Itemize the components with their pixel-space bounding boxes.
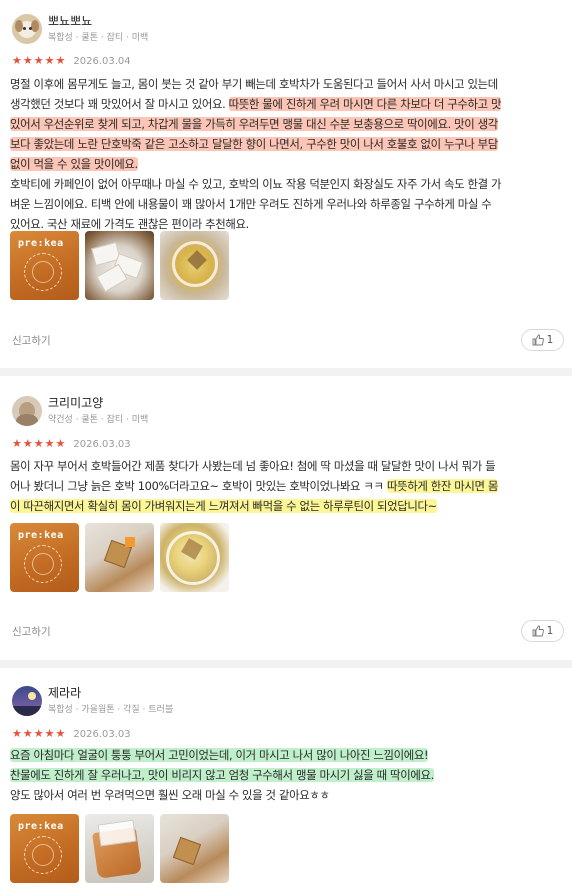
review-photo[interactable]: pre:kea <box>10 814 79 883</box>
star-icon: ★ <box>55 727 66 740</box>
rating-row: ★ ★ ★ ★ ★ 2026.03.03 <box>12 727 131 741</box>
user-info: 제라라 복합성 · 가을웜톤 · 각질 · 트러블 <box>48 686 173 716</box>
section-divider <box>0 368 572 376</box>
section-divider <box>0 660 572 668</box>
text-segment: 벼운 느낌이에요. 티백 안에 내용물이 꽤 많아서 1개만 우려도 진하게 우… <box>10 197 492 211</box>
highlighted-text: 이 따끈해지면서 확실히 몸이 가벼워지는게 느껴져서 빠먹을 수 없는 하루루… <box>10 499 437 513</box>
star-icon: ★ <box>33 437 44 450</box>
skin-tags: 약건성 · 쿨톤 · 잡티 · 미백 <box>48 415 149 425</box>
review-text-line: 몸이 자꾸 부어서 호박들어간 제품 찾다가 사봤는데 넘 좋아요! 첨에 딱 … <box>10 456 566 476</box>
star-icon: ★ <box>22 727 33 740</box>
report-link[interactable]: 신고하기 <box>12 333 51 348</box>
text-segment: 명절 이후에 몸무게도 늘고, 몸이 붓는 것 같아 부기 빼는데 호박차가 도… <box>10 77 498 91</box>
skin-tags: 복합성 · 쿨톤 · 잡티 · 미백 <box>48 33 149 43</box>
star-icon: ★ <box>33 727 44 740</box>
review-text-line: 명절 이후에 몸무게도 늘고, 몸이 붓는 것 같아 부기 빼는데 호박차가 도… <box>10 74 566 94</box>
text-segment: 생각했던 것보다 꽤 맛있어서 잘 마시고 있어요. <box>10 97 229 111</box>
username[interactable]: 뽀뇨뽀뇨 <box>48 14 148 29</box>
highlighted-text: 따뜻한 물에 진하게 우려 마시면 다른 차보다 더 구수하고 맛 <box>228 97 502 111</box>
highlighted-text: 없이 먹을 수 있을 맛이에요. <box>10 157 138 171</box>
review-photo[interactable]: pre:kea <box>10 231 79 300</box>
review-card: 크리미고양 약건성 · 쿨톤 · 잡티 · 미백 ★ ★ ★ ★ ★ 2026.… <box>0 376 572 660</box>
brand-logo: pre:kea <box>18 821 64 832</box>
review-text-line: 어나 봤더니 그냥 늙은 호박 100%더라고요~ 호박이 맛있는 호박이었나봐… <box>10 476 566 496</box>
highlighted-text: 보다 좋았는데 노란 단호박죽 같은 고소하고 달달한 향이 나면서, 구수한 … <box>10 137 498 151</box>
review-photo[interactable] <box>85 814 154 883</box>
review-text-line: 호박티에 카페인이 없어 아무때나 마실 수 있고, 호박의 이뇨 작용 덕분인… <box>10 174 566 194</box>
highlighted-text: 찬물에도 진하게 잘 우러나고, 맛이 비리지 않고 엄청 구수해서 맹물 마시… <box>10 768 434 782</box>
review-header <box>12 12 42 46</box>
review-photo[interactable]: pre:kea <box>10 523 79 592</box>
text-segment: 있어요. 국산 재료에 가격도 괜찮은 편이라 추천해요. <box>10 217 249 231</box>
text-segment: 어나 봤더니 그냥 늙은 호박 100%더라고요~ 호박이 맛있는 호박이었나봐… <box>10 479 387 493</box>
star-icon: ★ <box>12 54 22 67</box>
review-date: 2026.03.03 <box>73 438 131 450</box>
text-segment: 양도 많아서 여러 번 우려먹으면 훨씬 오래 마실 수 있을 것 같아요ㅎㅎ <box>10 788 330 802</box>
star-icon: ★ <box>22 437 33 450</box>
highlighted-text: 요즘 아침마다 얼굴이 퉁퉁 부어서 고민이었는데, 이거 마시고 나서 많이 … <box>10 748 429 762</box>
review-photo[interactable] <box>160 231 229 300</box>
night-sky-avatar-icon[interactable] <box>12 686 42 716</box>
brand-logo: pre:kea <box>18 530 64 541</box>
review-text-line: 없이 먹을 수 있을 맛이에요. <box>10 154 566 174</box>
star-icon: ★ <box>12 727 22 740</box>
review-text-line: 있어서 우선순위로 찾게 되고, 차갑게 물을 가득히 우려두면 맹물 대신 수… <box>10 114 566 134</box>
username[interactable]: 제라라 <box>48 686 173 701</box>
review-text-line: 벼운 느낌이에요. 티백 안에 내용물이 꽤 많아서 1개만 우려도 진하게 우… <box>10 194 566 214</box>
user-info: 크리미고양 약건성 · 쿨톤 · 잡티 · 미백 <box>48 396 148 426</box>
like-count: 1 <box>546 334 554 346</box>
photo-strip: pre:kea <box>10 814 229 883</box>
review-text-line: 찬물에도 진하게 잘 우러나고, 맛이 비리지 않고 엄청 구수해서 맹물 마시… <box>10 765 566 785</box>
review-card: 뽀뇨뽀뇨 복합성 · 쿨톤 · 잡티 · 미백 ★ ★ ★ ★ ★ 2026.0… <box>0 0 572 368</box>
text-segment: 몸이 자꾸 부어서 호박들어간 제품 찾다가 사봤는데 넘 좋아요! 첨에 딱 … <box>10 459 496 473</box>
review-text: 명절 이후에 몸무게도 늘고, 몸이 붓는 것 같아 부기 빼는데 호박차가 도… <box>10 74 566 234</box>
star-icon: ★ <box>55 54 66 67</box>
like-button[interactable]: 1 <box>521 329 564 351</box>
thumbs-up-icon <box>532 625 544 637</box>
review-text-line: 생각했던 것보다 꽤 맛있어서 잘 마시고 있어요. 따뜻한 물에 진하게 우려… <box>10 94 566 114</box>
skin-tags: 복합성 · 가을웜톤 · 각질 · 트러블 <box>48 705 174 715</box>
star-icon: ★ <box>12 437 22 450</box>
highlighted-text: 따뜻하게 한잔 마시면 몸 <box>386 479 499 493</box>
photo-strip: pre:kea <box>10 231 229 300</box>
star-icon: ★ <box>44 54 55 67</box>
review-text: 몸이 자꾸 부어서 호박들어간 제품 찾다가 사봤는데 넘 좋아요! 첨에 딱 … <box>10 456 566 516</box>
star-icon: ★ <box>44 727 55 740</box>
review-photo[interactable] <box>85 523 154 592</box>
brand-logo: pre:kea <box>18 238 64 249</box>
review-header <box>12 394 42 428</box>
review-card: 제라라 복합성 · 가을웜톤 · 각질 · 트러블 ★ ★ ★ ★ ★ 2026… <box>0 668 572 894</box>
puppy-avatar-icon[interactable] <box>12 14 42 44</box>
review-text-line: 요즘 아침마다 얼굴이 퉁퉁 부어서 고민이었는데, 이거 마시고 나서 많이 … <box>10 745 566 765</box>
rating-row: ★ ★ ★ ★ ★ 2026.03.04 <box>12 54 131 68</box>
photo-strip: pre:kea <box>10 523 229 592</box>
review-date: 2026.03.04 <box>73 55 131 67</box>
review-photo[interactable] <box>160 814 229 883</box>
rating-row: ★ ★ ★ ★ ★ 2026.03.03 <box>12 437 131 451</box>
star-icon: ★ <box>44 437 55 450</box>
text-segment: 호박티에 카페인이 없어 아무때나 마실 수 있고, 호박의 이뇨 작용 덕분인… <box>10 177 502 191</box>
review-text-line: 이 따끈해지면서 확실히 몸이 가벼워지는게 느껴져서 빠먹을 수 없는 하루루… <box>10 496 566 516</box>
star-icon: ★ <box>33 54 44 67</box>
review-text-line: 양도 많아서 여러 번 우려먹으면 훨씬 오래 마실 수 있을 것 같아요ㅎㅎ <box>10 785 566 805</box>
review-photo[interactable] <box>160 523 229 592</box>
cat-avatar-icon[interactable] <box>12 396 42 426</box>
review-photo[interactable] <box>85 231 154 300</box>
highlighted-text: 있어서 우선순위로 찾게 되고, 차갑게 물을 가득히 우려두면 맹물 대신 수… <box>10 117 498 131</box>
report-link[interactable]: 신고하기 <box>12 624 51 639</box>
review-text: 요즘 아침마다 얼굴이 퉁퉁 부어서 고민이었는데, 이거 마시고 나서 많이 … <box>10 745 566 805</box>
star-icon: ★ <box>55 437 66 450</box>
review-date: 2026.03.03 <box>73 728 131 740</box>
like-count: 1 <box>546 625 554 637</box>
thumbs-up-icon <box>532 334 544 346</box>
star-icon: ★ <box>22 54 33 67</box>
like-button[interactable]: 1 <box>521 620 564 642</box>
review-text-line: 보다 좋았는데 노란 단호박죽 같은 고소하고 달달한 향이 나면서, 구수한 … <box>10 134 566 154</box>
username[interactable]: 크리미고양 <box>48 396 148 411</box>
review-header <box>12 684 42 718</box>
user-info: 뽀뇨뽀뇨 복합성 · 쿨톤 · 잡티 · 미백 <box>48 14 148 44</box>
